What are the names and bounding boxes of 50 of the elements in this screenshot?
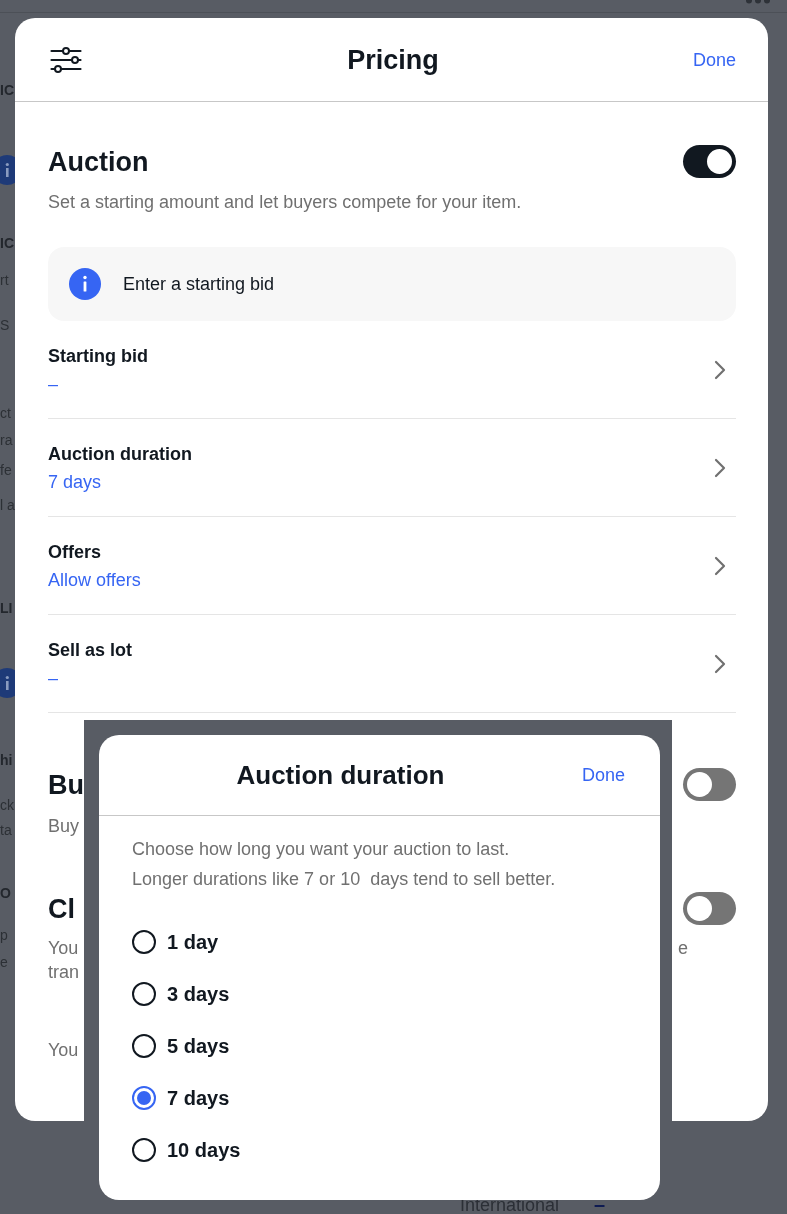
section-note: You: [48, 1039, 79, 1062]
done-button[interactable]: Done: [692, 47, 736, 72]
toggle-switch[interactable]: [683, 145, 736, 178]
dialog-description: Longer durations like 7 or 10 days tend to sell better.: [132, 868, 556, 891]
section-description: You: [48, 937, 79, 960]
background-heading: IC: [0, 81, 14, 100]
section-description: e: [678, 937, 688, 960]
sliders-icon[interactable]: [50, 45, 82, 74]
dialog-description: Choose how long you want your auction to last.: [132, 838, 510, 861]
row-value: Allow offers: [48, 568, 141, 592]
section-title: Bu: [48, 768, 84, 802]
section-description: Buy: [48, 815, 80, 838]
dialog-title: Auction duration: [236, 759, 445, 791]
radio-button[interactable]: [132, 1086, 156, 1110]
radio-button[interactable]: [132, 1034, 156, 1058]
row-label: Auction duration: [48, 442, 192, 466]
section-title: Cl: [48, 892, 75, 926]
notice-text: Enter a starting bid: [123, 273, 275, 296]
background-heading: O: [0, 884, 11, 903]
row-value: –: [48, 372, 58, 396]
section-description: Set a starting amount and let buyers compete for your item.: [48, 191, 522, 214]
radio-option[interactable]: 1 day: [132, 916, 219, 968]
row-label: Offers: [48, 540, 101, 564]
chevron-right-icon[interactable]: [714, 457, 726, 478]
row-value: 7 days: [48, 470, 102, 494]
dots-icon[interactable]: [745, 0, 771, 5]
radio-button[interactable]: [132, 982, 156, 1006]
radio-option[interactable]: 5 days: [132, 1020, 230, 1072]
chevron-right-icon[interactable]: [714, 555, 726, 576]
toggle-switch[interactable]: [683, 892, 736, 925]
chevron-right-icon[interactable]: [714, 653, 726, 674]
radio-button[interactable]: [132, 1138, 156, 1162]
background-text: –: [594, 1193, 606, 1214]
row-label: Starting bid: [48, 344, 148, 368]
row-value: –: [48, 666, 58, 690]
radio-option[interactable]: 10 days: [132, 1124, 241, 1176]
radio-option[interactable]: 7 days: [132, 1072, 230, 1124]
section-description: tran: [48, 961, 80, 984]
info-icon: [0, 155, 15, 185]
done-button[interactable]: Done: [581, 763, 625, 787]
section-title: Auction: [48, 145, 149, 179]
row-label: Sell as lot: [48, 638, 133, 662]
info-icon: [69, 268, 101, 300]
radio-button[interactable]: [132, 930, 156, 954]
chevron-right-icon[interactable]: [714, 359, 726, 380]
sheet-title: Pricing: [347, 43, 439, 77]
background-heading: IC: [0, 234, 14, 253]
info-icon: [0, 668, 15, 698]
toggle-switch[interactable]: [683, 768, 736, 801]
radio-option[interactable]: 3 days: [132, 968, 230, 1020]
